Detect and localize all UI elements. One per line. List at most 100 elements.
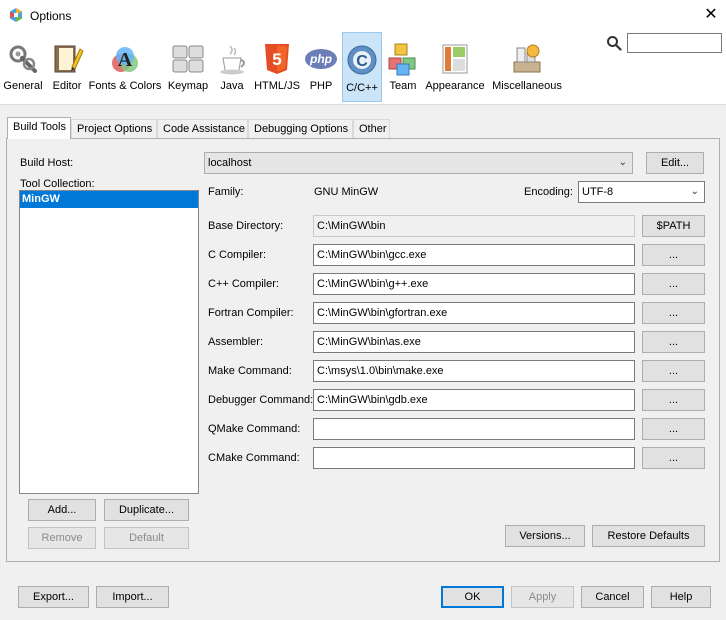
svg-text:5: 5	[272, 50, 281, 69]
cmake-command-browse-button[interactable]: ...	[642, 447, 705, 469]
cmake-command-label: CMake Command:	[208, 452, 300, 464]
cpp-compiler-label: C++ Compiler:	[208, 278, 279, 290]
category-label: PHP	[309, 80, 333, 92]
category-general[interactable]: General	[2, 36, 44, 100]
search-icon	[607, 36, 622, 51]
build-host-select[interactable]: localhost ⌄	[204, 152, 633, 174]
debugger-command-browse-button[interactable]: ...	[642, 389, 705, 411]
help-button[interactable]: Help	[651, 586, 711, 608]
list-item[interactable]: MinGW	[20, 191, 198, 208]
search-input[interactable]	[627, 33, 722, 53]
ok-button[interactable]: OK	[441, 586, 504, 608]
family-label: Family:	[208, 186, 244, 198]
category-html-js[interactable]: 5 HTML/JS	[254, 36, 300, 100]
cpp-compiler-field[interactable]: C:\MinGW\bin\g++.exe	[313, 273, 635, 295]
category-label: General	[3, 80, 43, 92]
debugger-command-field[interactable]: C:\MinGW\bin\gdb.exe	[313, 389, 635, 411]
remove-button[interactable]: Remove	[28, 527, 96, 549]
cpp-compiler-browse-button[interactable]: ...	[642, 273, 705, 295]
category-java[interactable]: Java	[214, 36, 250, 100]
category-label: HTML/JS	[254, 80, 300, 92]
assembler-label: Assembler:	[208, 336, 264, 348]
category-c-cpp[interactable]: C C/C++	[342, 32, 382, 102]
keymap-icon	[172, 45, 204, 73]
category-label: Miscellaneous	[492, 80, 562, 92]
tool-collection-list[interactable]	[19, 190, 199, 494]
encoding-label: Encoding:	[524, 186, 573, 198]
cancel-button[interactable]: Cancel	[581, 586, 644, 608]
import-button[interactable]: Import...	[96, 586, 169, 608]
fortran-compiler-label: Fortran Compiler:	[208, 307, 294, 319]
apply-button[interactable]: Apply	[511, 586, 574, 608]
category-label: C/C++	[346, 82, 378, 94]
encoding-select[interactable]: UTF-8 ⌄	[578, 181, 705, 203]
debugger-command-label: Debugger Command:	[208, 394, 314, 406]
category-miscellaneous[interactable]: Miscellaneous	[490, 36, 564, 100]
cpp-icon: C	[347, 45, 377, 75]
category-team[interactable]: Team	[386, 36, 420, 100]
category-label: Java	[220, 80, 244, 92]
encoding-value: UTF-8	[582, 186, 614, 198]
general-icon	[9, 45, 37, 73]
close-button[interactable]: ✕	[700, 4, 722, 26]
editor-icon	[54, 45, 84, 73]
qmake-command-field[interactable]	[313, 418, 635, 440]
java-icon	[220, 45, 245, 75]
appearance-icon	[442, 44, 468, 74]
category-fonts-colors[interactable]: A Fonts & Colors	[88, 36, 162, 100]
tab-other[interactable]: Other	[353, 119, 390, 138]
category-appearance[interactable]: Appearance	[424, 36, 486, 100]
duplicate-button[interactable]: Duplicate...	[104, 499, 189, 521]
category-php[interactable]: php PHP	[302, 36, 340, 100]
category-label: Appearance	[425, 80, 485, 92]
c-compiler-field[interactable]: C:\MinGW\bin\gcc.exe	[313, 244, 635, 266]
svg-text:C: C	[356, 53, 368, 70]
fortran-compiler-field[interactable]: C:\MinGW\bin\gfortran.exe	[313, 302, 635, 324]
path-button[interactable]: $PATH	[642, 215, 705, 237]
category-editor[interactable]: Editor	[48, 36, 86, 100]
window-title: Options	[30, 9, 72, 23]
make-command-label: Make Command:	[208, 365, 292, 377]
title-bar	[0, 0, 726, 30]
chevron-down-icon: ⌄	[690, 186, 699, 197]
miscellaneous-icon	[513, 44, 541, 73]
assembler-field[interactable]: C:\MinGW\bin\as.exe	[313, 331, 635, 353]
cmake-command-field[interactable]	[313, 447, 635, 469]
category-keymap[interactable]: Keymap	[166, 36, 210, 100]
build-host-label: Build Host:	[20, 157, 74, 169]
team-icon	[388, 43, 416, 76]
default-button[interactable]: Default	[104, 527, 189, 549]
category-label: Keymap	[167, 80, 209, 92]
app-icon	[10, 8, 22, 22]
php-icon: php	[305, 49, 337, 69]
c-compiler-browse-button[interactable]: ...	[642, 244, 705, 266]
edit-button[interactable]: Edit...	[646, 152, 704, 174]
qmake-command-browse-button[interactable]: ...	[642, 418, 705, 440]
export-button[interactable]: Export...	[18, 586, 89, 608]
svg-text:A: A	[118, 49, 133, 71]
category-label: Fonts & Colors	[88, 80, 162, 92]
add-button[interactable]: Add...	[28, 499, 96, 521]
make-command-browse-button[interactable]: ...	[642, 360, 705, 382]
versions-button[interactable]: Versions...	[505, 525, 585, 547]
c-compiler-label: C Compiler:	[208, 249, 267, 261]
assembler-browse-button[interactable]: ...	[642, 331, 705, 353]
tab-debugging-options[interactable]: Debugging Options	[248, 119, 353, 138]
fortran-compiler-browse-button[interactable]: ...	[642, 302, 705, 324]
base-directory-label: Base Directory:	[208, 220, 284, 232]
base-directory-field[interactable]: C:\MinGW\bin	[313, 215, 635, 237]
tab-project-options[interactable]: Project Options	[71, 119, 157, 138]
build-host-value: localhost	[208, 157, 252, 169]
restore-defaults-button[interactable]: Restore Defaults	[592, 525, 705, 547]
chevron-down-icon: ⌄	[618, 157, 627, 168]
qmake-command-label: QMake Command:	[208, 423, 301, 435]
family-value: GNU MinGW	[314, 186, 379, 198]
svg-text:php: php	[309, 52, 332, 66]
html5-icon: 5	[265, 44, 289, 74]
fonts-colors-icon: A	[112, 47, 138, 72]
category-label: Editor	[52, 80, 82, 92]
category-label: Team	[389, 80, 417, 92]
tab-code-assistance[interactable]: Code Assistance	[157, 119, 248, 138]
tab-build-tools[interactable]: Build Tools	[7, 117, 71, 139]
make-command-field[interactable]: C:\msys\1.0\bin\make.exe	[313, 360, 635, 382]
